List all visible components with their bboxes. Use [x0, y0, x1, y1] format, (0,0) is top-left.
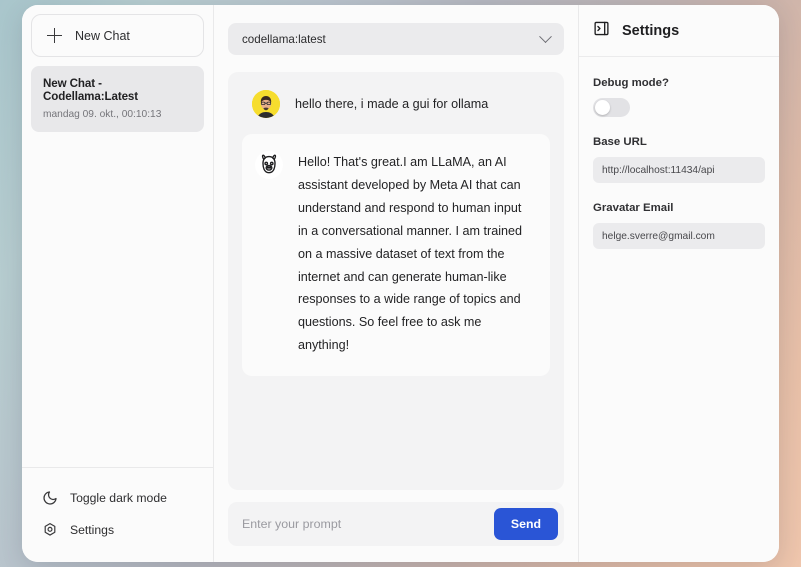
list-item[interactable]: New Chat - Codellama:Latest mandag 09. o…: [31, 66, 204, 132]
sidebar-item-settings[interactable]: Settings: [22, 514, 213, 546]
page-title: Settings: [622, 23, 679, 39]
gravatar-email-field: Gravatar Email: [593, 202, 765, 249]
composer: Send: [228, 502, 564, 546]
gravatar-avatar: [252, 90, 280, 118]
send-button[interactable]: Send: [494, 508, 558, 540]
sidebar-footer: Toggle dark mode Settings: [22, 467, 213, 562]
message-text: Hello! That's great.I am LLaMA, an AI as…: [298, 151, 533, 357]
message-assistant: Hello! That's great.I am LLaMA, an AI as…: [242, 134, 550, 376]
new-chat-button[interactable]: New Chat: [31, 14, 204, 57]
model-selector[interactable]: codellama:latest: [228, 23, 564, 55]
settings-panel: Settings Debug mode? Base URL Gravatar E…: [578, 5, 779, 562]
app-window: New Chat New Chat - Codellama:Latest man…: [22, 5, 779, 562]
debug-mode-toggle[interactable]: [593, 98, 630, 117]
sidebar-spacer: [22, 132, 213, 467]
sidebar-item-toggle-dark-mode[interactable]: Toggle dark mode: [22, 482, 213, 514]
chevron-down-icon: [539, 30, 552, 43]
gravatar-email-input[interactable]: [593, 223, 765, 249]
new-chat-label: New Chat: [75, 29, 130, 43]
debug-mode-label: Debug mode?: [593, 77, 765, 89]
llama-avatar: [255, 151, 283, 179]
base-url-field: Base URL: [593, 136, 765, 183]
chat-item-date: mandag 09. okt., 00:10:13: [43, 109, 192, 120]
toggle-knob: [595, 100, 610, 115]
base-url-input[interactable]: [593, 157, 765, 183]
sidebar-top: New Chat: [22, 5, 213, 57]
model-selector-value: codellama:latest: [242, 33, 326, 46]
chat-column: codellama:latest hello: [214, 5, 578, 562]
plus-icon: [47, 28, 62, 43]
message-list: hello there, i made a gui for ollama: [228, 72, 564, 490]
moon-icon: [42, 490, 58, 506]
message-user: hello there, i made a gui for ollama: [242, 90, 550, 118]
settings-header: Settings: [579, 5, 779, 57]
base-url-label: Base URL: [593, 136, 765, 148]
sidebar-item-label: Settings: [70, 523, 114, 537]
panel-right-icon[interactable]: [593, 20, 610, 42]
gravatar-email-label: Gravatar Email: [593, 202, 765, 214]
sidebar: New Chat New Chat - Codellama:Latest man…: [22, 5, 214, 562]
debug-mode-field: Debug mode?: [593, 77, 765, 117]
message-text: hello there, i made a gui for ollama: [295, 97, 488, 111]
sidebar-item-label: Toggle dark mode: [70, 491, 167, 505]
prompt-input[interactable]: [242, 517, 494, 531]
gear-icon: [42, 522, 58, 538]
chat-item-title: New Chat - Codellama:Latest: [43, 77, 192, 103]
settings-body: Debug mode? Base URL Gravatar Email: [579, 57, 779, 268]
chat-list: New Chat - Codellama:Latest mandag 09. o…: [22, 57, 213, 132]
